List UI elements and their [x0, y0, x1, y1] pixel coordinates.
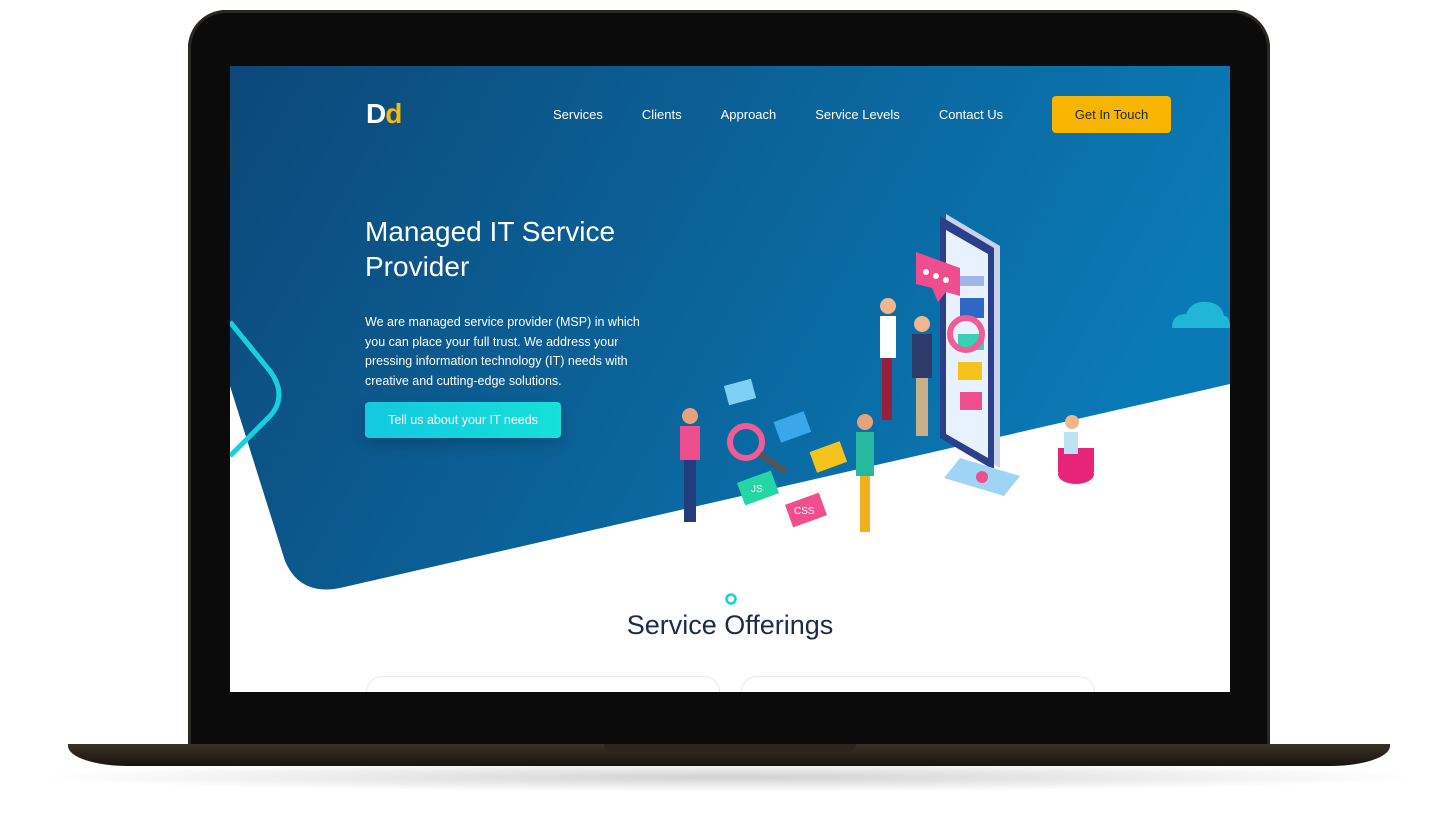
code-tiles-illustration: JS CSS: [727, 411, 848, 528]
laptop-shadow: [30, 762, 1430, 792]
hero-title: Managed IT Service Provider: [365, 216, 616, 282]
video-card-icon: [944, 458, 1020, 496]
nav-item-services[interactable]: Services: [553, 107, 603, 122]
service-card[interactable]: [366, 676, 720, 692]
hero-description: We are managed service provider (MSP) in…: [365, 315, 640, 388]
css-tile-icon: CSS: [784, 492, 828, 528]
website-screen: Dd Services Clients Approach Service Lev…: [230, 66, 1230, 692]
nav-item-approach[interactable]: Approach: [721, 107, 777, 122]
svg-text:JS: JS: [751, 484, 763, 495]
service-offerings-title: Service Offerings: [626, 610, 834, 640]
brand-logo[interactable]: Dd: [366, 98, 402, 130]
large-magnifier-icon: [727, 423, 765, 461]
service-card[interactable]: [741, 676, 1095, 692]
svg-text:CSS: CSS: [794, 506, 815, 517]
nav-item-clients[interactable]: Clients: [642, 107, 682, 122]
laptop-notch: [604, 744, 856, 752]
nav-item-service-levels[interactable]: Service Levels: [815, 107, 900, 122]
get-in-touch-button[interactable]: Get In Touch: [1052, 96, 1171, 133]
it-needs-button[interactable]: Tell us about your IT needs: [365, 402, 561, 438]
scroll-dot-icon: [725, 593, 737, 605]
js-tile-icon: JS: [736, 470, 780, 506]
hero-illustration: JS CSS: [680, 214, 1094, 532]
nav-item-contact-us[interactable]: Contact Us: [939, 107, 1003, 122]
main-nav: Services Clients Approach Service Levels…: [553, 107, 1042, 122]
